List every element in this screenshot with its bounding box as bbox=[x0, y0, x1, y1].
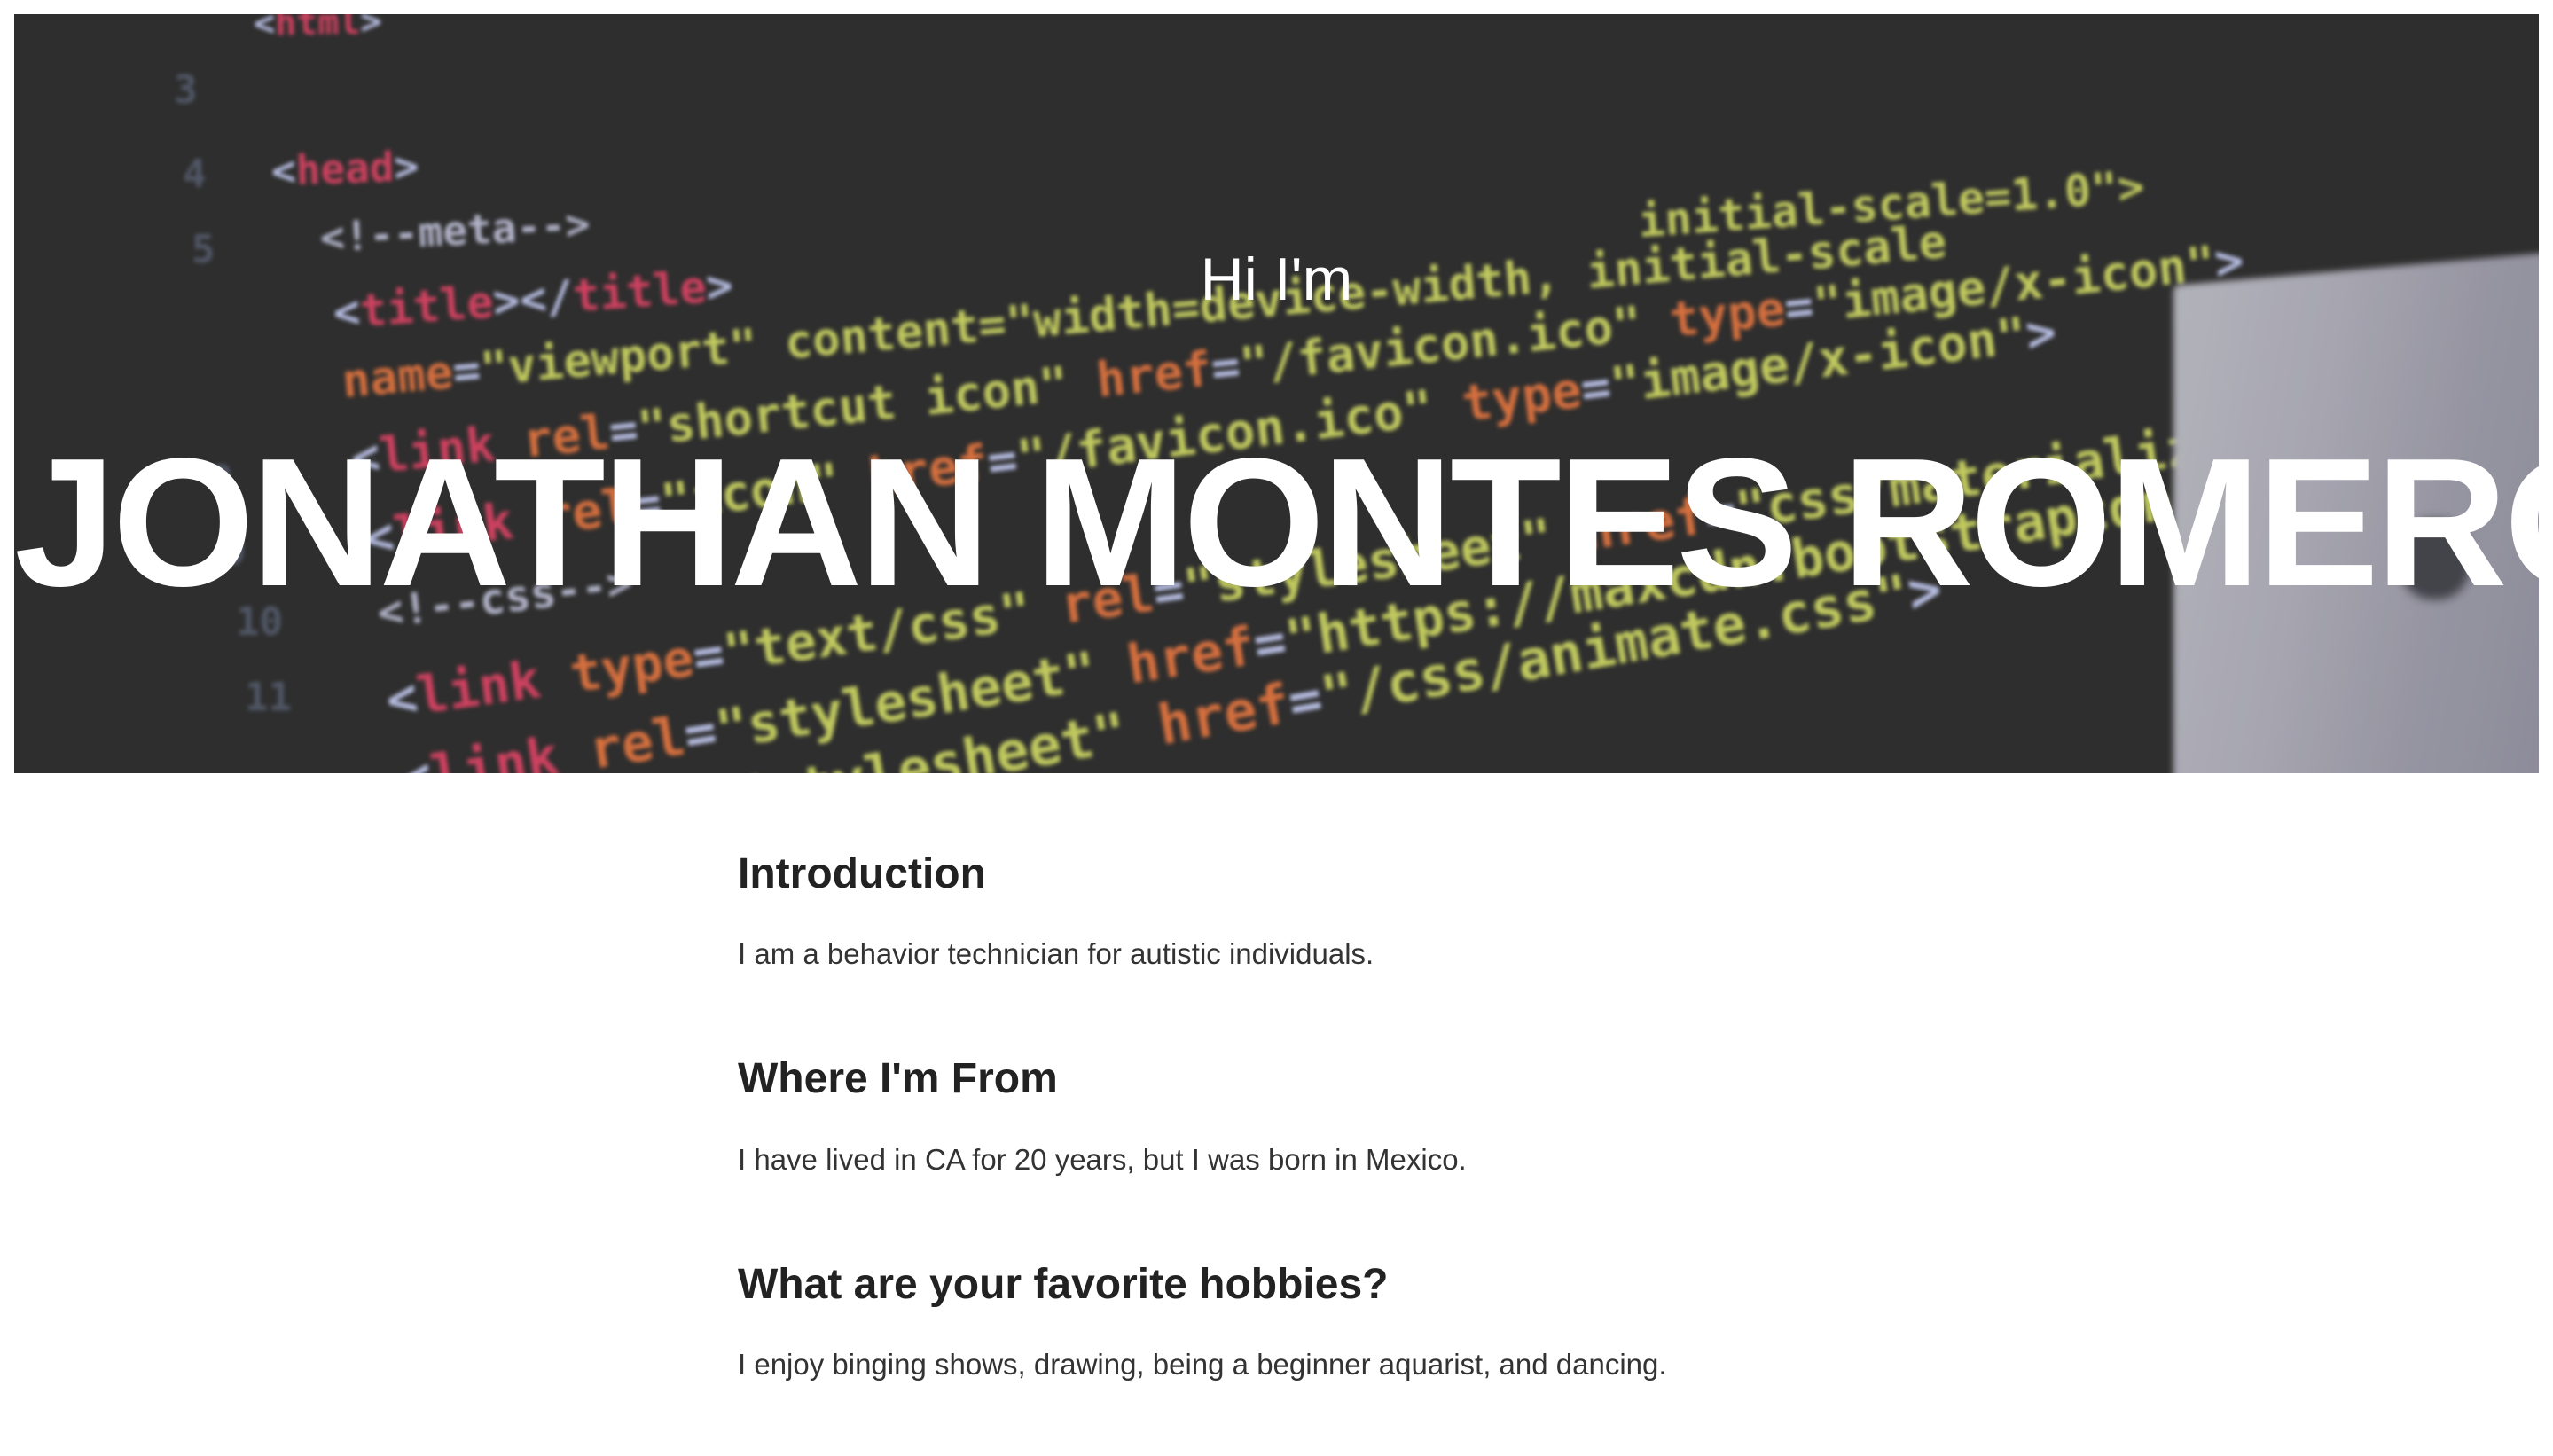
section-text: I enjoy binging shows, drawing, being a … bbox=[738, 1347, 1667, 1381]
section-heading: What are your favorite hobbies? bbox=[738, 1260, 1389, 1308]
section-hobbies: What are your favorite hobbies? I enjoy … bbox=[738, 1257, 1891, 1384]
hero-name-title: JONATHAN MONTES ROMERO bbox=[14, 420, 2539, 625]
section-where-from: Where I'm From I have lived in CA for 20… bbox=[738, 1052, 1891, 1178]
page: 3 4 5 8 9 10 11 <html> <head> <!--meta--… bbox=[0, 0, 2553, 1456]
hero-overlay bbox=[14, 14, 2539, 773]
hero-greeting: Hi I'm bbox=[1200, 246, 1353, 313]
section-text: I am a behavior technician for autistic … bbox=[738, 937, 1374, 971]
section-heading: Where I'm From bbox=[738, 1055, 1058, 1103]
section-text: I have lived in CA for 20 years, but I w… bbox=[738, 1142, 1467, 1176]
section-heading: Introduction bbox=[738, 850, 986, 897]
hero-banner: 3 4 5 8 9 10 11 <html> <head> <!--meta--… bbox=[14, 14, 2539, 773]
section-introduction: Introduction I am a behavior technician … bbox=[738, 847, 1891, 974]
main-content: Introduction I am a behavior technician … bbox=[738, 847, 1891, 1384]
